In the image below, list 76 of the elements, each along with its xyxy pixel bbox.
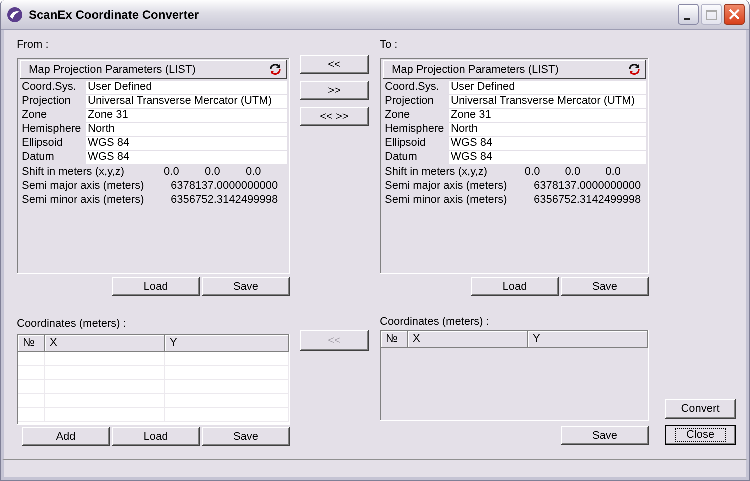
field-label: Ellipsoid bbox=[384, 137, 427, 150]
readout-value: 0.0 bbox=[205, 165, 222, 179]
minimize-icon bbox=[684, 18, 690, 20]
readout-label: Shift in meters (x,y,z) bbox=[384, 165, 488, 179]
field-value[interactable]: Universal Transverse Mercator (UTM) bbox=[86, 95, 287, 108]
column-header[interactable]: Y bbox=[528, 331, 648, 348]
readout-value: 0.0 bbox=[606, 165, 622, 179]
readout-value: 6356752.3142499998 bbox=[171, 193, 278, 207]
field-value[interactable]: WGS 84 bbox=[86, 151, 287, 164]
transfer-button[interactable]: >> bbox=[300, 81, 369, 100]
field-value[interactable]: Zone 31 bbox=[86, 109, 287, 122]
field-label: Coord.Sys. bbox=[21, 81, 78, 94]
column-header[interactable]: X bbox=[45, 335, 165, 352]
convert-button[interactable]: Convert bbox=[665, 399, 736, 419]
field-value[interactable]: WGS 84 bbox=[86, 137, 287, 150]
section-label: To : bbox=[380, 38, 399, 52]
field-label: Ellipsoid bbox=[21, 137, 64, 150]
field-value[interactable]: WGS 84 bbox=[449, 151, 646, 164]
readout-label: Semi major axis (meters) bbox=[21, 179, 146, 193]
field-value[interactable]: North bbox=[449, 123, 646, 136]
transfer-button[interactable]: << bbox=[300, 55, 369, 74]
window-title: ScanEx Coordinate Converter bbox=[29, 8, 200, 22]
field-value[interactable]: User Defined bbox=[449, 81, 646, 94]
field-label: Datum bbox=[21, 151, 56, 164]
save-button[interactable]: Save bbox=[561, 277, 649, 296]
close-dialog-button[interactable]: Close bbox=[665, 425, 736, 445]
readout-value: 0.0 bbox=[524, 165, 542, 179]
panel-title: Map Projection Parameters (LIST) bbox=[29, 64, 196, 76]
column-header[interactable]: № bbox=[381, 331, 408, 348]
close-button[interactable] bbox=[724, 4, 745, 25]
save-button[interactable]: Save bbox=[202, 277, 290, 296]
minimize-button[interactable] bbox=[678, 4, 699, 25]
field-label: Hemisphere bbox=[21, 123, 82, 136]
field-value[interactable]: Universal Transverse Mercator (UTM) bbox=[449, 95, 646, 108]
readout-label: Semi minor axis (meters) bbox=[21, 193, 146, 207]
table-action-button[interactable]: Save bbox=[202, 427, 290, 446]
table-action-button[interactable]: Add bbox=[22, 427, 110, 446]
transfer-button[interactable]: << >> bbox=[300, 107, 369, 126]
field-value[interactable]: WGS 84 bbox=[449, 137, 646, 150]
readout-label: Semi major axis (meters) bbox=[384, 179, 508, 193]
maximize-icon bbox=[706, 10, 717, 20]
readout-label: Semi minor axis (meters) bbox=[384, 193, 508, 207]
readout-value: 0.0 bbox=[164, 165, 180, 179]
refresh-icon[interactable] bbox=[269, 63, 282, 76]
panel-title: Map Projection Parameters (LIST) bbox=[392, 64, 559, 76]
coordinates-label: Coordinates (meters) : bbox=[380, 315, 490, 329]
app-logo-icon bbox=[7, 6, 23, 22]
load-button[interactable]: Load bbox=[471, 277, 559, 296]
panel-header[interactable]: Map Projection Parameters (LIST) bbox=[383, 60, 646, 79]
column-header[interactable]: Y bbox=[165, 335, 289, 352]
refresh-icon[interactable] bbox=[628, 63, 641, 76]
field-value[interactable]: Zone 31 bbox=[449, 109, 646, 122]
readout-value: 0.0 bbox=[565, 165, 582, 179]
panel-header[interactable]: Map Projection Parameters (LIST) bbox=[20, 60, 287, 79]
coordinates-label: Coordinates (meters) : bbox=[17, 317, 128, 331]
readout-value: 6378137.0000000000 bbox=[534, 179, 642, 193]
section-label: From : bbox=[17, 38, 50, 52]
load-button[interactable]: Load bbox=[112, 277, 200, 296]
field-label: Zone bbox=[21, 109, 48, 122]
column-header[interactable]: № bbox=[18, 335, 45, 352]
close-icon bbox=[729, 9, 740, 20]
field-label: Hemisphere bbox=[384, 123, 446, 136]
table-action-button[interactable]: Save bbox=[561, 426, 649, 445]
field-label: Zone bbox=[384, 109, 412, 122]
field-label: Datum bbox=[384, 151, 418, 164]
readout-value: 0.0 bbox=[246, 165, 262, 179]
table-action-button[interactable]: Load bbox=[112, 427, 200, 446]
readout-value: 6378137.0000000000 bbox=[171, 179, 278, 193]
field-value[interactable]: North bbox=[86, 123, 287, 136]
readout-value: 6356752.3142499998 bbox=[534, 193, 642, 207]
field-label: Projection bbox=[384, 95, 435, 108]
column-header[interactable]: X bbox=[408, 331, 528, 348]
field-label: Projection bbox=[21, 95, 72, 108]
readout-label: Shift in meters (x,y,z) bbox=[21, 165, 126, 179]
field-label: Coord.Sys. bbox=[384, 81, 440, 94]
field-value[interactable]: User Defined bbox=[86, 81, 287, 94]
